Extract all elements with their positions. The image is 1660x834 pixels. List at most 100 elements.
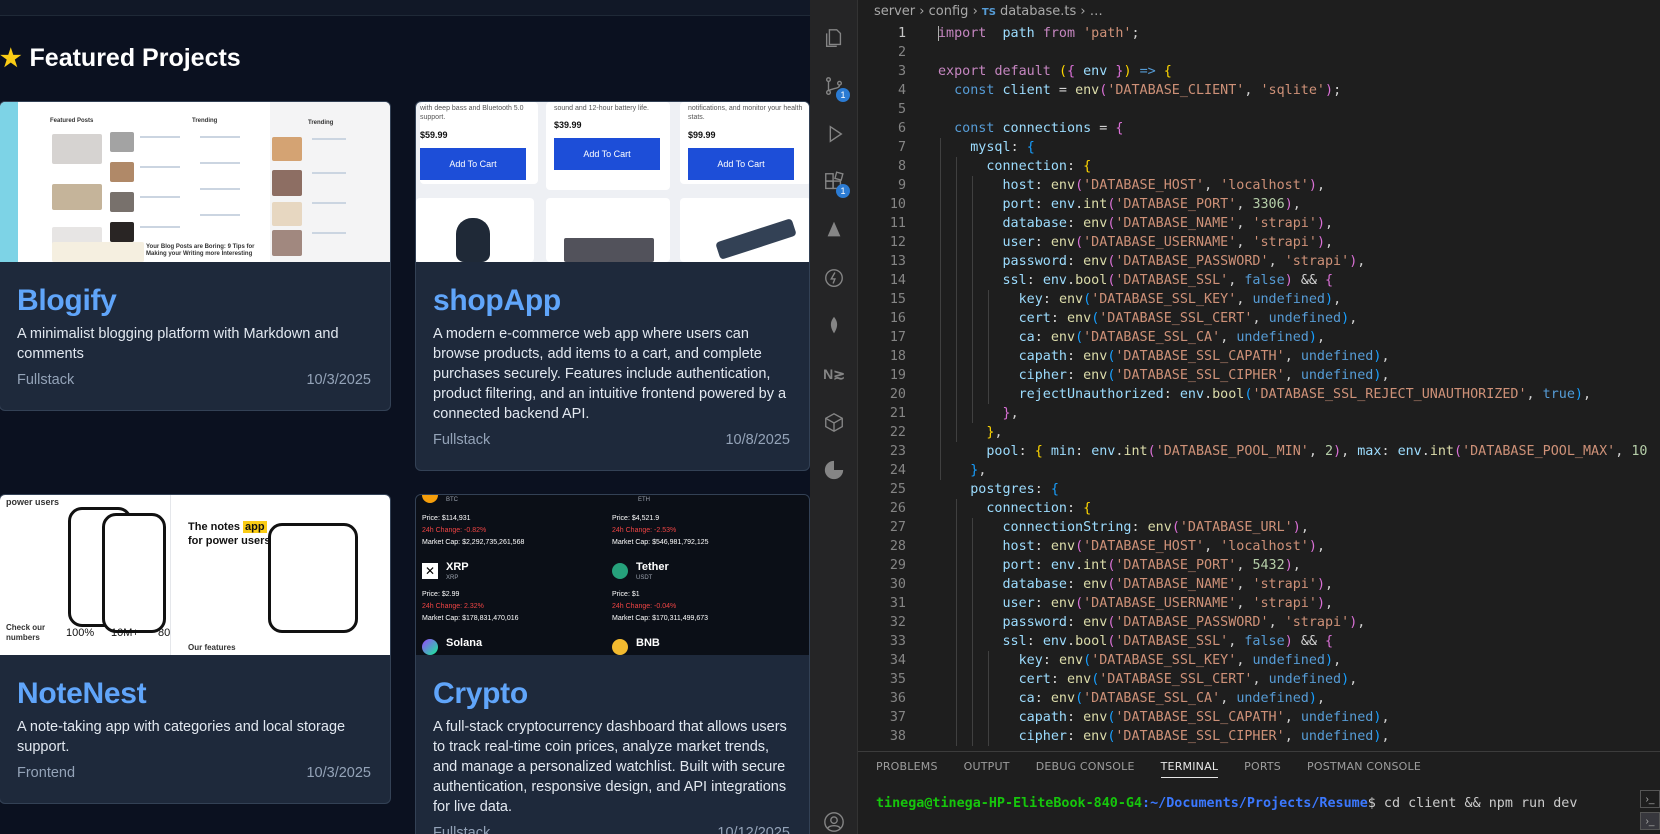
code-line[interactable]: export default ({ env }) => {	[938, 62, 1172, 81]
line-number: 2	[897, 45, 906, 60]
project-description: A modern e-commerce web app where users …	[433, 326, 787, 422]
code-line[interactable]: port: env.int('DATABASE_PORT', 5432),	[938, 556, 1301, 575]
thumb-add-to-cart: Add To Cart	[688, 148, 794, 180]
panel-tab-debug-console[interactable]: DEBUG CONSOLE	[1036, 760, 1135, 778]
code-line[interactable]: port: env.int('DATABASE_PORT', 3306),	[938, 195, 1301, 214]
project-category: Fullstack	[433, 432, 491, 448]
pie-chart-icon[interactable]	[822, 458, 846, 482]
project-card-blogify[interactable]: Featured Posts Trending Trending Your Bl…	[0, 101, 391, 411]
vscode-window: 1 1 N≳ server › config › TS database.ts …	[810, 0, 1660, 834]
line-number: 31	[889, 596, 906, 611]
account-icon[interactable]	[822, 810, 846, 834]
thumb-trending: Trending	[192, 118, 218, 124]
panel-tab-terminal[interactable]: TERMINAL	[1160, 760, 1219, 778]
project-title[interactable]: Blogify	[17, 284, 117, 318]
code-line[interactable]: mysql: {	[938, 138, 1035, 157]
sail-icon[interactable]	[822, 218, 846, 242]
line-number: 27	[889, 520, 906, 535]
code-line[interactable]: const client = env('DATABASE_CLIENT', 's…	[938, 81, 1341, 100]
code-line[interactable]: ca: env('DATABASE_SSL_CA', undefined),	[938, 689, 1325, 708]
code-line[interactable]: capath: env('DATABASE_SSL_CAPATH', undef…	[938, 708, 1390, 727]
code-line[interactable]: password: env('DATABASE_PASSWORD', 'stra…	[938, 252, 1366, 271]
line-number: 34	[889, 653, 906, 668]
project-date: 10/12/2025	[717, 825, 790, 834]
project-card-notenest[interactable]: power users The notes app for power user…	[0, 494, 391, 804]
code-line[interactable]: host: env('DATABASE_HOST', 'localhost'),	[938, 176, 1326, 195]
code-line[interactable]: const connections = {	[938, 119, 1123, 138]
code-line[interactable]: ssl: env.bool('DATABASE_SSL', false) && …	[938, 271, 1334, 290]
breadcrumb-server[interactable]: server	[874, 4, 915, 19]
breadcrumb-file[interactable]: database.ts	[1000, 4, 1076, 19]
tether-icon	[612, 563, 628, 579]
breadcrumb[interactable]: server › config › TS database.ts › …	[874, 4, 1103, 19]
line-number: 25	[889, 482, 906, 497]
code-line[interactable]: rejectUnauthorized: env.bool('DATABASE_S…	[938, 385, 1591, 404]
line-number: 30	[889, 577, 906, 592]
thumb-stat: 10M+	[111, 627, 139, 639]
panel-tab-postman-console[interactable]: POSTMAN CONSOLE	[1307, 760, 1421, 778]
code-line[interactable]: },	[938, 404, 1019, 423]
thumb-features: Our features	[188, 643, 236, 652]
explorer-icon[interactable]	[822, 26, 846, 50]
project-title[interactable]: NoteNest	[17, 677, 147, 711]
nx-console-icon[interactable]: N≳	[822, 362, 846, 386]
code-line[interactable]: key: env('DATABASE_SSL_KEY', undefined),	[938, 290, 1342, 309]
section-title: ★ Featured Projects	[0, 44, 241, 73]
code-editor[interactable]: 1 import path from 'path'; 2 3 export defaul…	[858, 24, 1660, 751]
code-line[interactable]: capath: env('DATABASE_SSL_CAPATH', undef…	[938, 347, 1390, 366]
project-card-shopapp[interactable]: with deep bass and Bluetooth 5.0 support…	[415, 101, 810, 471]
code-line[interactable]: cipher: env('DATABASE_SSL_CIPHER', undef…	[938, 366, 1390, 385]
code-line[interactable]: },	[938, 461, 986, 480]
mongodb-leaf-icon[interactable]	[822, 314, 846, 338]
thumb-snippet: sound and 12-hour battery life.	[554, 105, 649, 112]
thumb-snippet: with deep bass and Bluetooth 5.0 support…	[420, 105, 524, 121]
code-line[interactable]: database: env('DATABASE_NAME', 'strapi')…	[938, 575, 1334, 594]
code-line[interactable]: cert: env('DATABASE_SSL_CERT', undefined…	[938, 670, 1358, 689]
code-line[interactable]: password: env('DATABASE_PASSWORD', 'stra…	[938, 613, 1366, 632]
code-line[interactable]: database: env('DATABASE_NAME', 'strapi')…	[938, 214, 1334, 233]
code-line[interactable]: key: env('DATABASE_SSL_KEY', undefined),	[938, 651, 1342, 670]
code-line[interactable]: },	[938, 423, 1002, 442]
line-number: 37	[889, 710, 906, 725]
terminal-active-icon[interactable]: ›_	[1640, 812, 1660, 830]
project-title[interactable]: shopApp	[433, 284, 561, 318]
code-line[interactable]: ssl: env.bool('DATABASE_SSL', false) && …	[938, 632, 1334, 651]
project-card-crypto[interactable]: BTC Price: $114,931 24h Change: -0.82% M…	[415, 494, 810, 834]
project-date: 10/3/2025	[306, 765, 371, 781]
code-line[interactable]: user: env('DATABASE_USERNAME', 'strapi')…	[938, 233, 1334, 252]
code-line[interactable]: ca: env('DATABASE_SSL_CA', undefined),	[938, 328, 1325, 347]
xrp-icon: ✕	[422, 563, 438, 579]
chevron-right-icon: ›	[919, 4, 929, 19]
line-number: 6	[897, 121, 906, 136]
code-line[interactable]: import path from 'path';	[938, 24, 1140, 43]
panel-tab-problems[interactable]: PROBLEMS	[876, 760, 938, 778]
thumb-stat: 100%	[66, 627, 95, 639]
code-line[interactable]: connection: {	[938, 499, 1091, 518]
line-number: 28	[889, 539, 906, 554]
package-box-icon[interactable]	[822, 410, 846, 434]
panel-tab-ports[interactable]: PORTS	[1244, 760, 1281, 778]
terminal-bash-icon[interactable]: ›_	[1640, 790, 1660, 808]
thumb-text: power users	[6, 497, 60, 507]
line-number: 36	[889, 691, 906, 706]
breadcrumb-config[interactable]: config	[929, 4, 969, 19]
extensions-badge: 1	[836, 184, 850, 198]
breadcrumb-symbol[interactable]: …	[1090, 4, 1103, 19]
code-line[interactable]: user: env('DATABASE_USERNAME', 'strapi')…	[938, 594, 1334, 613]
coin-price: Price: $1	[612, 591, 640, 598]
browser-top-strip	[0, 0, 810, 16]
line-number: 17	[889, 330, 906, 345]
run-debug-icon[interactable]	[822, 122, 846, 146]
panel-tab-output[interactable]: OUTPUT	[964, 760, 1010, 778]
code-line[interactable]: connection: {	[938, 157, 1091, 176]
project-title[interactable]: Crypto	[433, 677, 528, 711]
thunder-client-icon[interactable]	[822, 266, 846, 290]
terminal-line[interactable]: tinega@tinega-HP-EliteBook-840-G4:~/Docu…	[876, 796, 1577, 811]
code-line[interactable]: connectionString: env('DATABASE_URL'),	[938, 518, 1309, 537]
project-description: A full-stack cryptocurrency dashboard th…	[433, 719, 787, 815]
code-line[interactable]: postgres: {	[938, 480, 1059, 499]
code-line[interactable]: pool: { min: env.int('DATABASE_POOL_MIN'…	[938, 442, 1647, 461]
code-line[interactable]: host: env('DATABASE_HOST', 'localhost'),	[938, 537, 1326, 556]
code-line[interactable]: cert: env('DATABASE_SSL_CERT', undefined…	[938, 309, 1358, 328]
code-line[interactable]: cipher: env('DATABASE_SSL_CIPHER', undef…	[938, 727, 1390, 746]
